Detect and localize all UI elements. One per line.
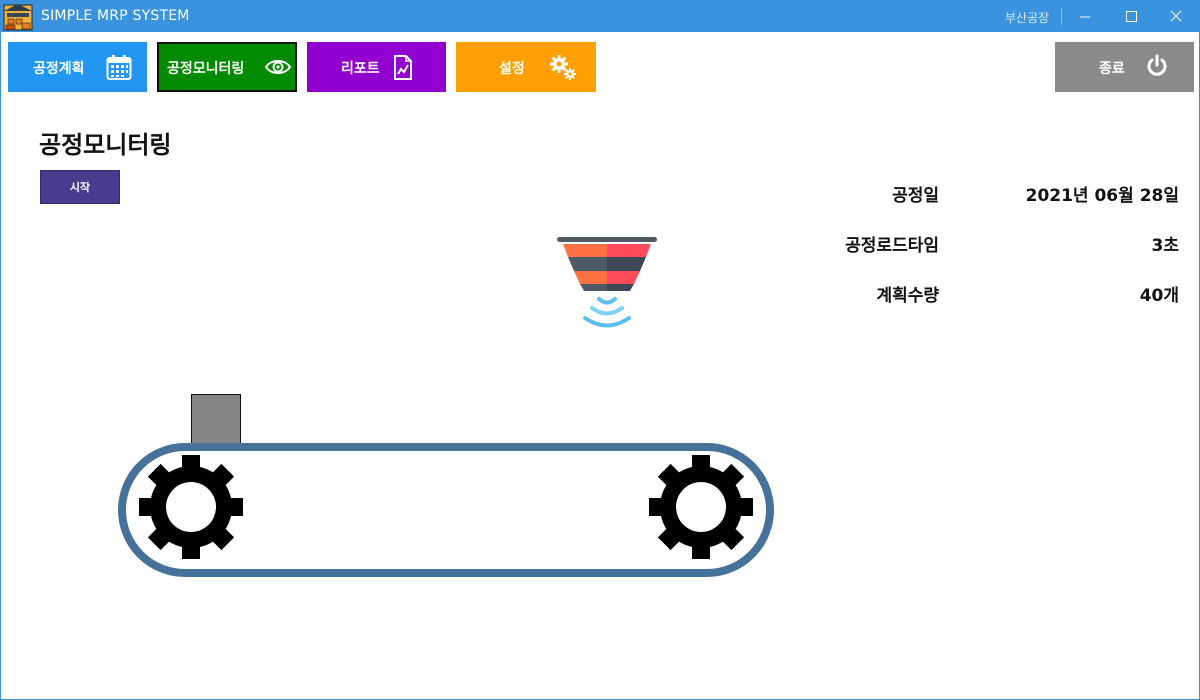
monitor-button[interactable]: 공정모니터링 <box>157 42 297 92</box>
page-title: 공정모니터링 <box>39 131 172 159</box>
power-icon <box>1147 54 1167 76</box>
report-chart-icon <box>394 55 412 80</box>
minimize-button[interactable] <box>1062 1 1108 32</box>
sensor-funnel-icon <box>557 237 657 328</box>
plan-button-label: 공정계획 <box>33 61 85 77</box>
gear-icon <box>139 455 243 559</box>
planned-quantity-label: 계획수량 <box>876 286 939 306</box>
calendar-icon <box>106 55 132 80</box>
plan-button[interactable]: 공정계획 <box>8 42 147 92</box>
settings-button-label: 설정 <box>499 61 525 77</box>
settings-button[interactable]: 설정 <box>456 42 596 92</box>
load-time-value: 3초 <box>1151 236 1179 256</box>
process-date-label: 공정일 <box>892 186 939 206</box>
planned-quantity-value: 40개 <box>1139 286 1179 306</box>
factory-name: 부산공장 <box>1005 11 1050 25</box>
close-button[interactable] <box>1153 1 1199 32</box>
monitor-button-label: 공정모니터링 <box>167 61 245 77</box>
conveyor-belt <box>118 443 774 577</box>
start-button[interactable]: 시작 <box>40 170 120 204</box>
title-bar[interactable]: SIMPLE MRP SYSTEM 부산공장 <box>1 1 1199 32</box>
maximize-button[interactable] <box>1108 1 1154 32</box>
load-time-label: 공정로드타임 <box>845 236 939 256</box>
gears-icon <box>550 55 576 80</box>
app-factory-icon <box>3 4 33 31</box>
report-button[interactable]: 리포트 <box>307 42 446 92</box>
process-date-value: 2021년 06월 28일 <box>1025 186 1179 206</box>
app-title: SIMPLE MRP SYSTEM <box>41 8 190 24</box>
exit-button[interactable]: 종료 <box>1055 42 1194 92</box>
exit-button-label: 종료 <box>1099 61 1125 77</box>
app-window: SIMPLE MRP SYSTEM 부산공장 공정계획 공정모니터링 리포트 설… <box>0 0 1200 700</box>
gear-icon <box>649 455 753 559</box>
product-box <box>191 394 241 444</box>
report-button-label: 리포트 <box>341 61 380 77</box>
eye-icon <box>265 60 291 74</box>
